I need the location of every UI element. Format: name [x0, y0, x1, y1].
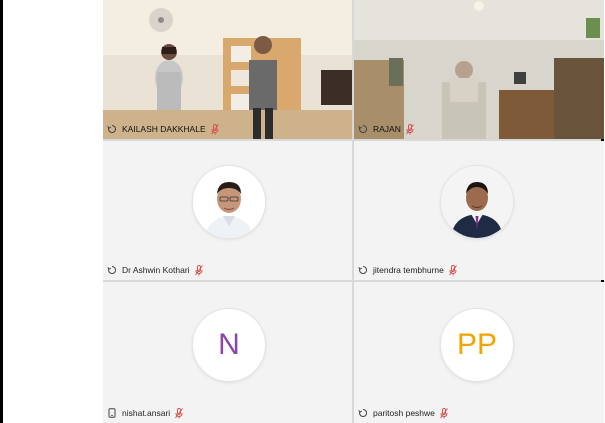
profile-photo	[441, 166, 513, 238]
refresh-icon	[107, 124, 117, 133]
avatar	[192, 165, 266, 239]
avatar-initials-text: N	[218, 328, 240, 361]
participant-name-label: paritosh peshwe	[358, 406, 448, 420]
participant-name: paritosh peshwe	[373, 408, 435, 418]
refresh-icon	[107, 265, 117, 274]
participant-tile-jitendra[interactable]: jitendra tembhurne	[354, 141, 604, 280]
left-border	[0, 0, 3, 423]
avatar-initials: N	[192, 308, 266, 382]
participant-name-label: jitendra tembhurne	[358, 263, 457, 277]
participant-tile-rajan[interactable]: RAJAN	[354, 0, 604, 139]
muted-mic-icon[interactable]	[210, 123, 219, 135]
avatar	[440, 165, 514, 239]
avatar-initials-text: PP	[456, 328, 498, 361]
participant-name: jitendra tembhurne	[373, 265, 444, 275]
participant-tile-ashwin[interactable]: Dr Ashwin Kothari	[103, 141, 352, 280]
participant-tile-kailash[interactable]: KAILASH DAKKHALE	[103, 0, 352, 139]
muted-mic-icon[interactable]	[194, 264, 203, 276]
participant-name-label: KAILASH DAKKHALE	[107, 122, 219, 136]
participant-name-label: nishat.ansari	[107, 406, 184, 420]
participant-name-label: Dr Ashwin Kothari	[107, 263, 203, 277]
participant-name: nishat.ansari	[122, 408, 171, 418]
participant-tile-paritosh[interactable]: PP paritosh peshwe	[354, 282, 604, 423]
muted-mic-icon[interactable]	[440, 407, 448, 419]
participant-tile-nishat[interactable]: N nishat.ansari	[103, 282, 352, 423]
muted-mic-icon[interactable]	[405, 123, 414, 135]
refresh-icon	[358, 265, 368, 274]
participant-name: RAJAN	[373, 124, 401, 134]
avatar-initials: PP	[440, 308, 514, 382]
refresh-icon	[358, 124, 368, 133]
participant-video	[354, 0, 604, 139]
profile-photo	[193, 166, 265, 238]
muted-mic-icon[interactable]	[448, 264, 457, 276]
refresh-icon	[358, 408, 368, 417]
phone-icon	[108, 408, 116, 418]
participant-name: Dr Ashwin Kothari	[122, 265, 190, 275]
participant-video	[103, 0, 352, 139]
muted-mic-icon[interactable]	[175, 407, 184, 419]
participant-name-label: RAJAN	[358, 122, 414, 136]
participant-name: KAILASH DAKKHALE	[122, 124, 206, 134]
